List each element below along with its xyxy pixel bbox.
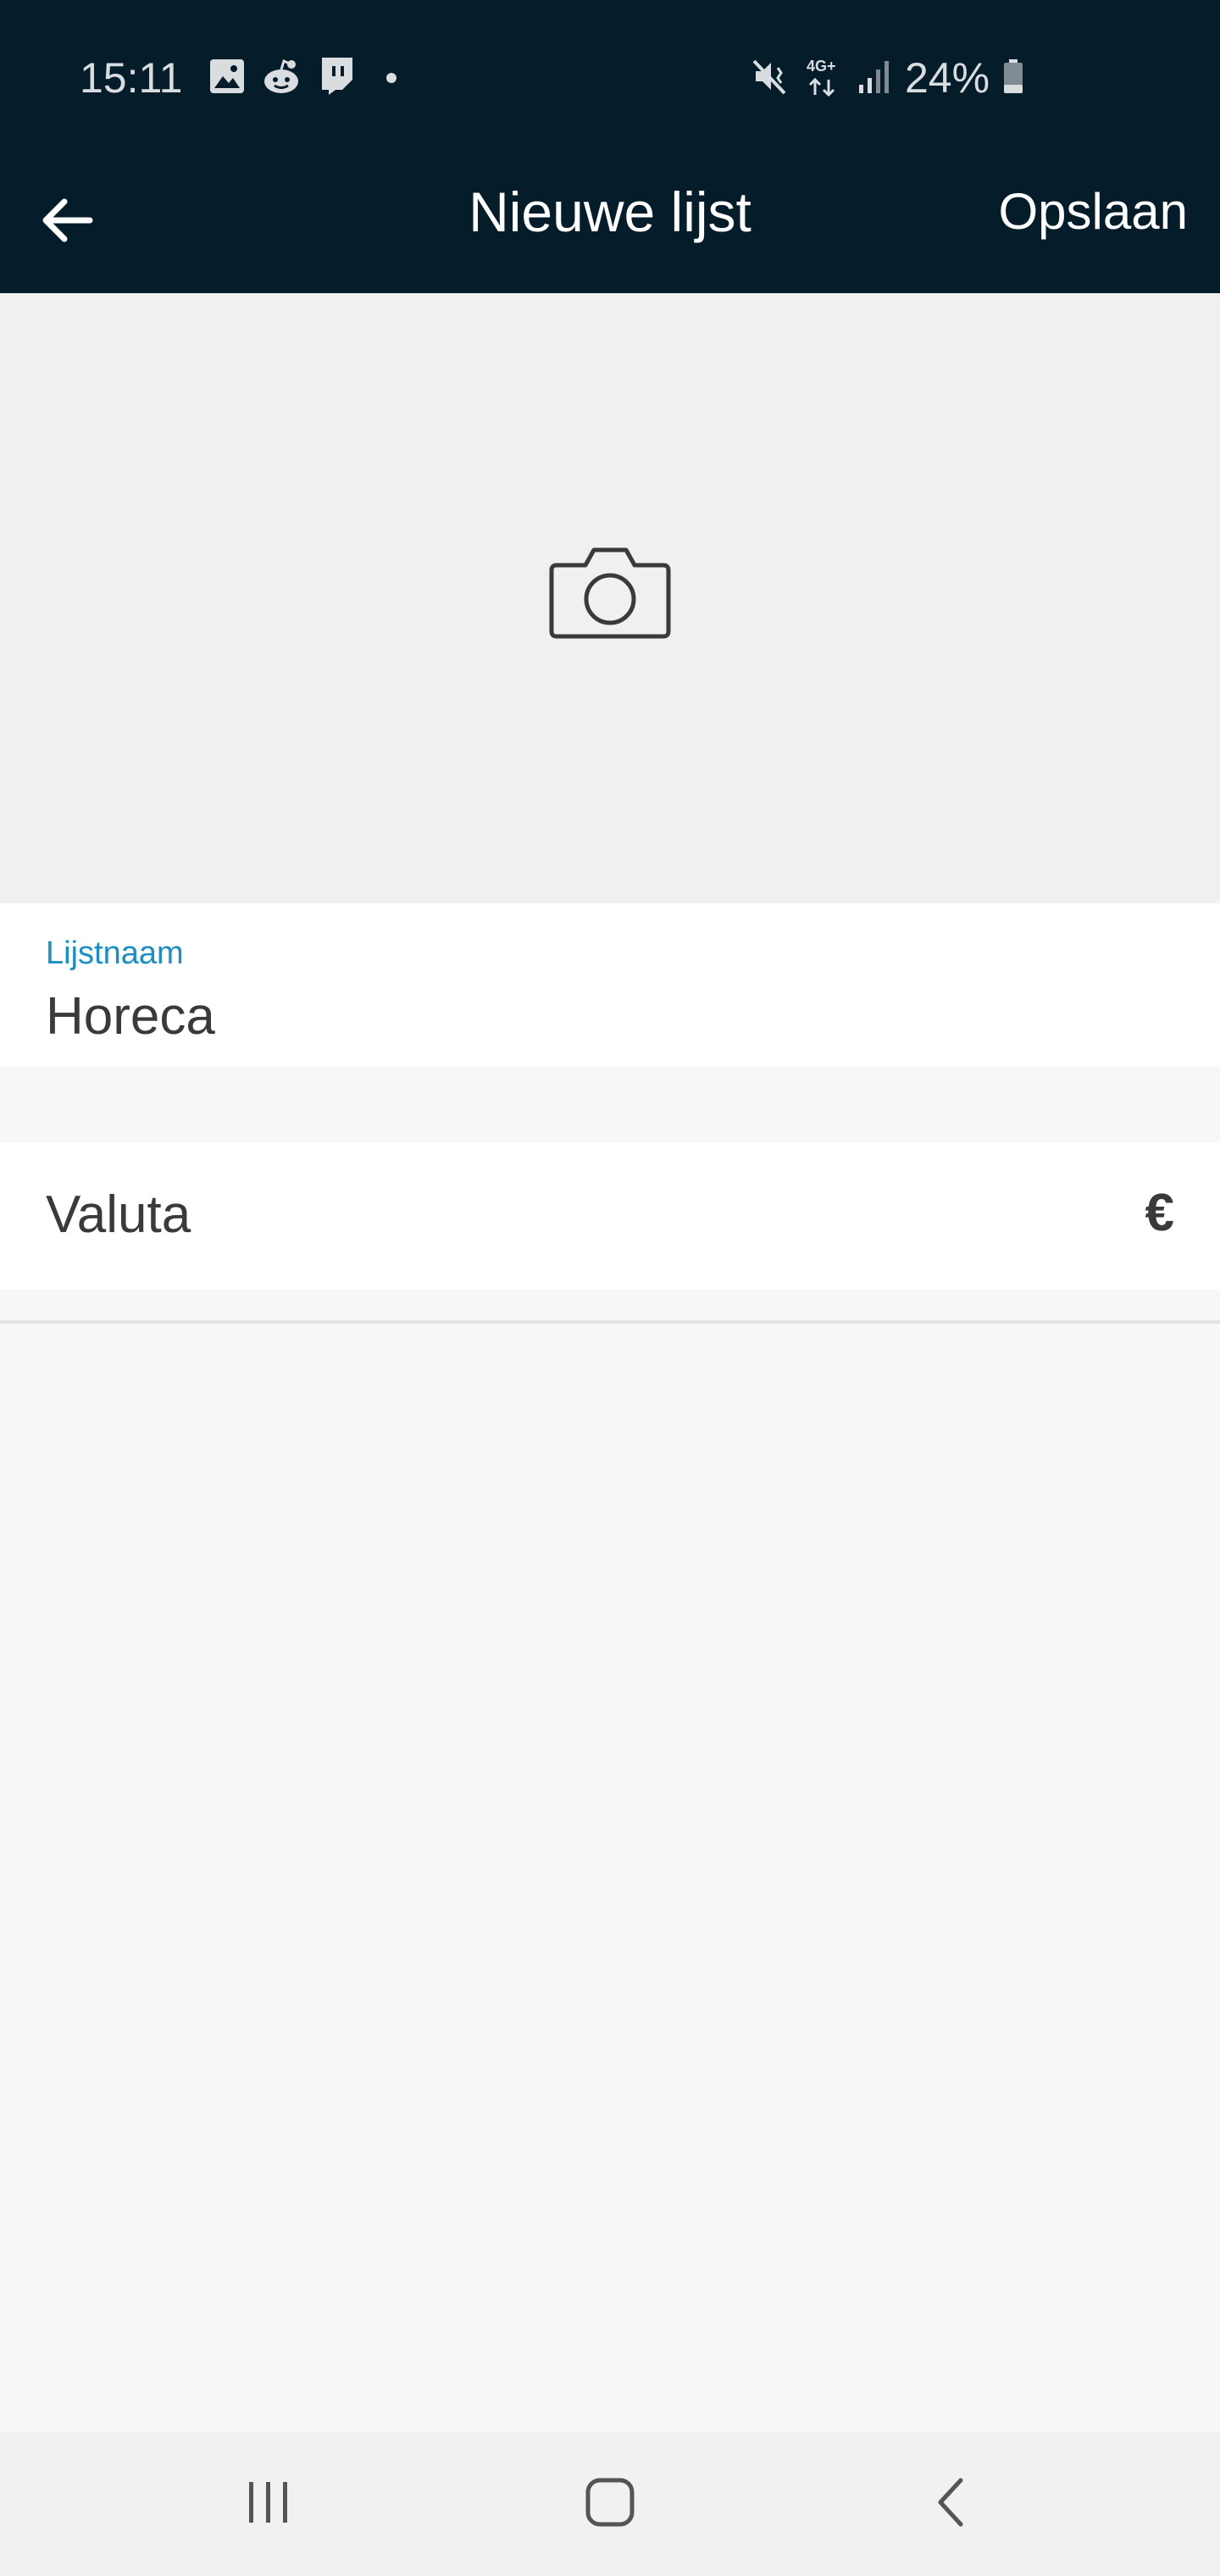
svg-text:4G+: 4G+ [807,58,836,75]
camera-icon [546,541,674,647]
twitch-icon [317,56,354,101]
status-time: 15:11 [80,54,183,102]
notification-icons [208,56,403,100]
battery-percent: 24% [905,54,990,102]
mute-vibrate-icon [751,56,791,101]
system-nav-bar [0,2432,1220,2576]
status-bar: 15:11 4G+ 24% [0,0,1220,153]
currency-label: Valuta [46,1185,191,1244]
back-icon [930,2475,971,2534]
gallery-icon [208,58,246,99]
currency-value[interactable]: € [1145,1181,1174,1246]
app-bar: Nieuwe lijst Opslaan [0,153,1220,293]
save-button[interactable]: Opslaan [999,153,1188,271]
recent-apps-button[interactable] [225,2462,310,2546]
add-photo-button[interactable] [542,539,678,649]
currency-row[interactable]: Valuta € [0,1142,1220,1290]
system-status-icons: 4G+ 24% [751,53,1025,103]
list-name-label: Lijstnaam [46,935,184,971]
recent-apps-icon [242,2479,293,2530]
home-icon [583,2475,637,2534]
arrow-left-icon [41,197,95,248]
dot-icon [369,58,403,99]
photo-area[interactable] [0,293,1220,903]
divider [0,1320,1220,1324]
home-button[interactable] [568,2462,652,2546]
reddit-icon [261,58,302,99]
back-button[interactable] [25,180,110,264]
4g-data-icon: 4G+ [803,54,844,103]
list-name-input[interactable]: Horeca [46,985,1173,1049]
signal-icon [856,56,893,101]
list-name-field[interactable]: Lijstnaam Horeca [0,903,1220,1066]
nav-back-button[interactable] [908,2462,993,2546]
battery-icon [1001,56,1025,101]
